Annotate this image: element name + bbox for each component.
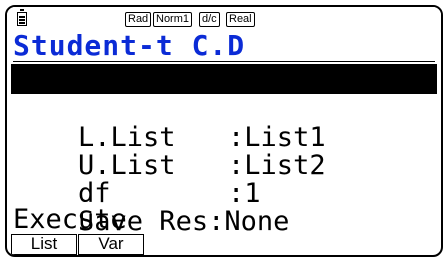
fraction-mode-indicator: d/c [199,12,220,27]
setting-row-save-res[interactable]: Save Res:None [11,177,437,237]
calculator-screen: Rad Norm1 d/c Real Student-t C.D Data:Li… [5,5,443,257]
title-divider [13,61,435,62]
battery-icon [17,9,27,26]
setting-row-lower-list[interactable]: L.List:List1 [11,93,437,153]
display-mode-indicator: Norm1 [153,12,193,27]
setting-row-df[interactable]: df:1 [11,149,437,209]
setting-row-upper-list[interactable]: U.List:List2 [11,121,437,181]
setting-row-data[interactable]: Data:List [11,64,437,124]
f2-var-key[interactable]: Var [78,234,144,255]
execute-item[interactable]: Execute [11,205,437,235]
screen-title: Student-t C.D [13,29,246,62]
complex-mode-indicator: Real [226,12,255,27]
function-key-bar: List Var [11,234,437,255]
f1-list-key[interactable]: List [11,234,77,255]
angle-mode-indicator: Rad [125,12,152,27]
